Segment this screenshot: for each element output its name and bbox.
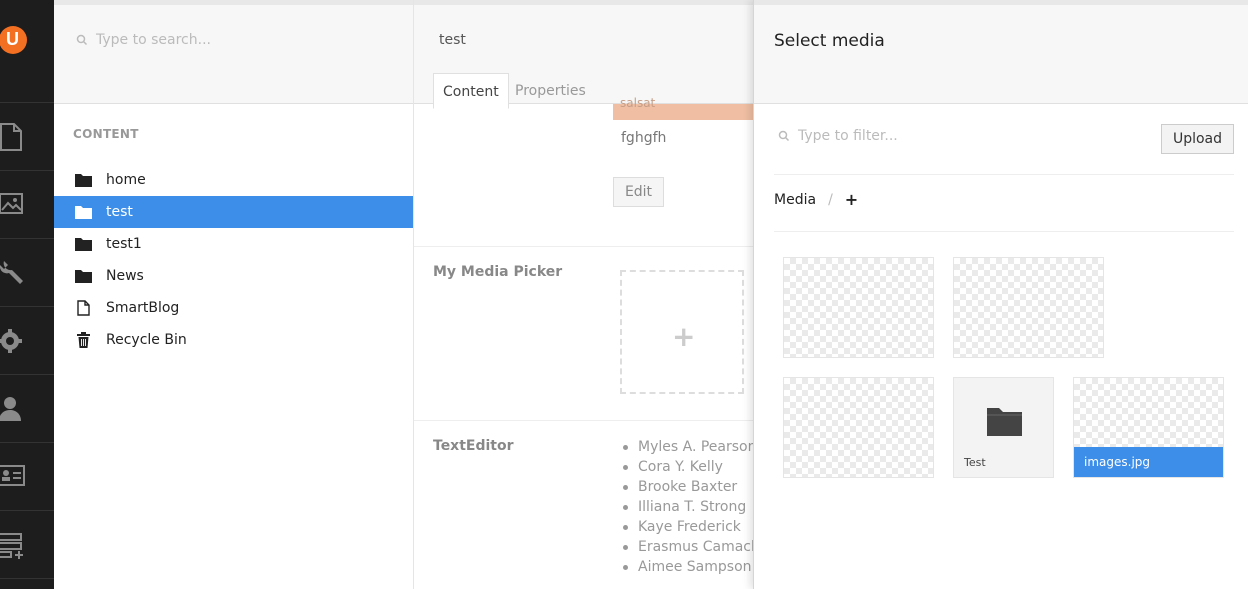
- list-item: Brooke Baxter: [622, 477, 754, 497]
- tree-item-label: test1: [106, 236, 142, 252]
- node-name[interactable]: test: [439, 32, 466, 48]
- media-folder-test[interactable]: Test: [953, 377, 1054, 478]
- tree-search[interactable]: Type to search...: [76, 32, 211, 48]
- logo-area: U: [0, 0, 54, 103]
- wrench-icon: [0, 261, 23, 284]
- folder-icon: [987, 408, 1022, 436]
- search-icon: [778, 130, 790, 142]
- list-item: Cora Y. Kelly: [622, 457, 754, 477]
- media-picker-add[interactable]: +: [620, 270, 744, 394]
- media-icon: [0, 193, 23, 214]
- highlighted-value: salsat: [613, 96, 754, 120]
- filter-input[interactable]: Type to filter...: [798, 128, 898, 144]
- media-item[interactable]: [953, 257, 1104, 358]
- tree-item-home[interactable]: home: [54, 164, 413, 196]
- tab-content[interactable]: Content: [433, 73, 509, 109]
- divider: [774, 174, 1234, 175]
- document-icon: [74, 300, 92, 316]
- list-item: Aimee Sampson: [622, 557, 754, 577]
- tree-item-label: test: [106, 204, 133, 220]
- user-icon: [0, 397, 21, 421]
- media-item[interactable]: [783, 377, 934, 478]
- list-item: Erasmus Camacho: [622, 537, 754, 557]
- search-input[interactable]: Type to search...: [96, 32, 211, 48]
- trash-icon: [74, 332, 92, 348]
- section-content[interactable]: [0, 103, 54, 171]
- text-editor-label: TextEditor: [433, 438, 514, 454]
- tree-header: Type to search...: [54, 0, 413, 104]
- breadcrumb: Media / +: [774, 190, 858, 209]
- edit-button[interactable]: Edit: [613, 177, 664, 207]
- media-item[interactable]: [783, 257, 934, 358]
- folder-icon: [74, 205, 92, 219]
- property-value: fghgfh: [621, 130, 667, 146]
- tree-section-title: CONTENT: [73, 127, 139, 141]
- tree-item-label: Recycle Bin: [106, 332, 187, 348]
- media-filter[interactable]: Type to filter...: [778, 128, 898, 144]
- tree-item-label: SmartBlog: [106, 300, 180, 316]
- divider: [414, 246, 754, 247]
- list-item: Illiana T. Strong: [622, 497, 754, 517]
- section-developer[interactable]: [0, 239, 54, 307]
- plus-icon: +: [672, 320, 696, 353]
- divider: [414, 420, 754, 421]
- tree-item-smartblog[interactable]: SmartBlog: [54, 292, 413, 324]
- editor-header: test Content Properties: [414, 0, 754, 109]
- breadcrumb-media[interactable]: Media: [774, 192, 816, 208]
- list-item: Kaye Frederick: [622, 517, 754, 537]
- id-card-icon: [0, 465, 25, 486]
- media-item-selected[interactable]: images.jpg: [1073, 377, 1224, 478]
- dialog-title: Select media: [774, 31, 885, 51]
- tab-properties[interactable]: Properties: [506, 73, 595, 109]
- search-icon: [76, 34, 88, 46]
- breadcrumb-separator: /: [828, 191, 833, 208]
- tree-item-label: home: [106, 172, 146, 188]
- tree-item-label: News: [106, 268, 144, 284]
- list-item: Myles A. Pearson: [622, 437, 754, 457]
- tree-item-test[interactable]: test: [54, 196, 413, 228]
- tree-item-test1[interactable]: test1: [54, 228, 413, 260]
- content-icon: [0, 123, 22, 151]
- upload-button[interactable]: Upload: [1161, 124, 1234, 154]
- section-users[interactable]: [0, 375, 54, 443]
- media-picker-label: My Media Picker: [433, 264, 563, 280]
- folder-caption: Test: [964, 456, 986, 469]
- section-forms[interactable]: [0, 511, 54, 579]
- gear-icon: [0, 329, 22, 353]
- forms-icon: [0, 533, 23, 559]
- content-tree-panel: Type to search... CONTENT home test test…: [54, 0, 414, 589]
- text-editor-list[interactable]: Myles A. Pearson Cora Y. Kelly Brooke Ba…: [622, 437, 754, 577]
- create-folder-button[interactable]: +: [845, 190, 858, 209]
- dialog-header: Select media: [754, 0, 1248, 104]
- tree-item-news[interactable]: News: [54, 260, 413, 292]
- select-media-dialog: Select media Type to filter... Upload Me…: [753, 0, 1248, 589]
- section-settings[interactable]: [0, 307, 54, 375]
- section-members[interactable]: [0, 443, 54, 511]
- app-sidebar: U: [0, 0, 54, 589]
- section-media[interactable]: [0, 171, 54, 239]
- selected-caption: images.jpg: [1074, 447, 1223, 477]
- folder-icon: [74, 237, 92, 251]
- content-editor: test Content Properties salsat fghgfh Ed…: [414, 0, 754, 589]
- divider: [774, 231, 1234, 232]
- folder-icon: [74, 269, 92, 283]
- umbraco-logo[interactable]: U: [0, 26, 27, 54]
- folder-icon: [74, 173, 92, 187]
- tree-item-recycle-bin[interactable]: Recycle Bin: [54, 324, 413, 356]
